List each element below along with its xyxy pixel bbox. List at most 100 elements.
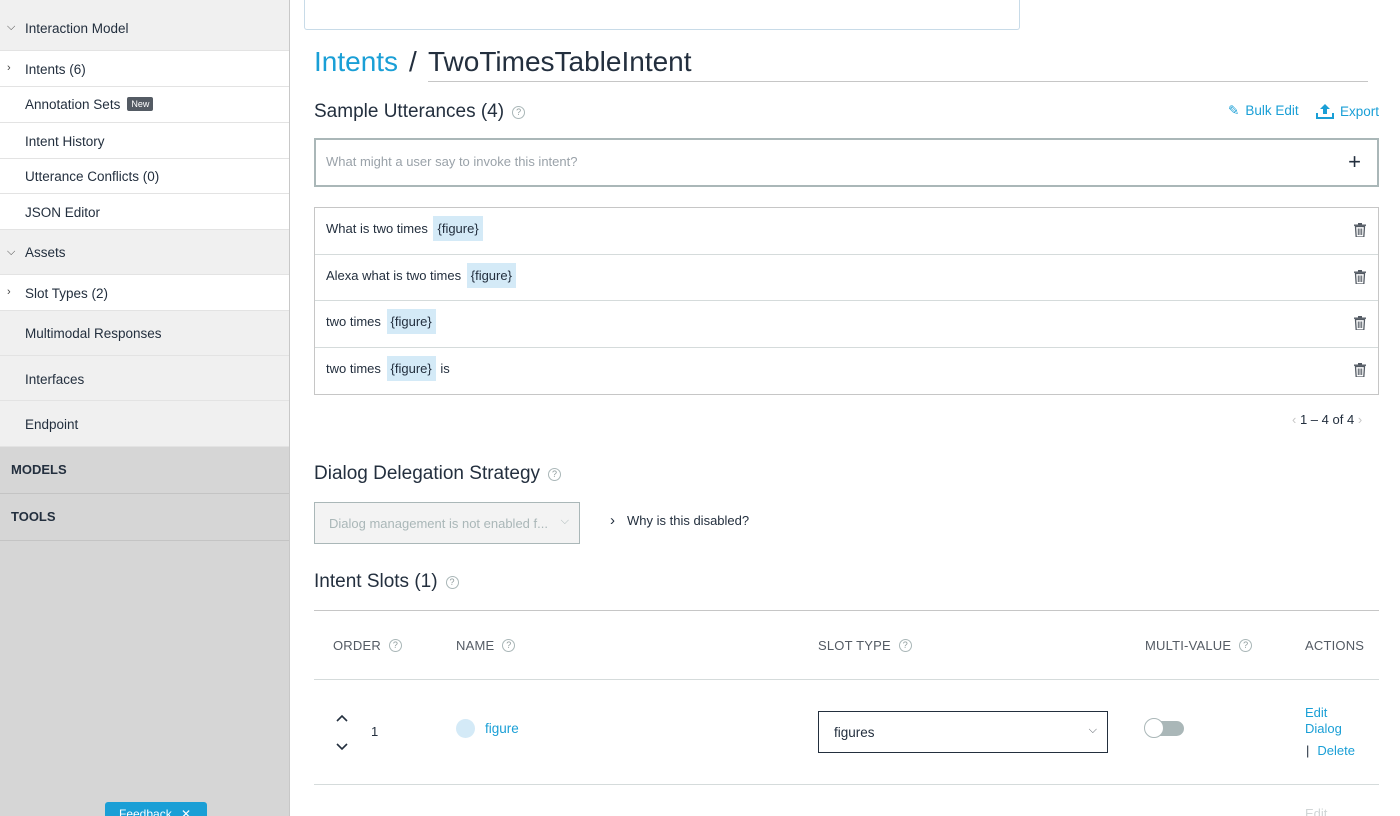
- close-icon: ✕: [181, 807, 192, 816]
- export-button[interactable]: Export: [1316, 103, 1379, 119]
- column-header-name: NAME?: [456, 638, 516, 653]
- utterance-text[interactable]: two times {figure} is: [326, 355, 450, 381]
- move-down-button[interactable]: [336, 738, 348, 754]
- sidebar-item-label: Multimodal Responses: [25, 326, 162, 341]
- intent-name-field[interactable]: TwoTimesTableIntent: [428, 46, 1368, 82]
- faded-edit-link[interactable]: Edit: [1305, 806, 1327, 816]
- help-icon[interactable]: ?: [502, 639, 516, 652]
- help-icon[interactable]: ?: [445, 576, 459, 589]
- sidebar-item-interaction-model[interactable]: ⌵ Interaction Model: [0, 0, 289, 51]
- utterance-text-part: What is two times: [326, 221, 428, 236]
- column-header-order: ORDER?: [333, 638, 402, 653]
- intent-slots-title: Intent Slots (1)?: [314, 571, 459, 593]
- slot-order: 1: [371, 724, 379, 739]
- chevron-down-icon: ⌵: [560, 515, 569, 527]
- trash-icon[interactable]: [1354, 223, 1366, 237]
- select-value: figures: [834, 725, 875, 740]
- sidebar-section-models[interactable]: MODELS: [0, 447, 289, 494]
- sidebar-item-assets[interactable]: ⌵ Assets: [0, 230, 289, 275]
- slot-color-icon: [456, 719, 475, 738]
- top-panel: [304, 0, 1020, 30]
- column-header-multi-value: MULTI-VALUE?: [1145, 638, 1253, 653]
- trash-icon[interactable]: [1354, 269, 1366, 284]
- dialog-delegation-title: Dialog Delegation Strategy?: [314, 463, 562, 485]
- sidebar-item-label: Utterance Conflicts (0): [25, 169, 160, 184]
- multi-value-toggle[interactable]: [1144, 718, 1184, 738]
- utterance-text-part: Alexa what is two times: [326, 267, 462, 283]
- sidebar-section-tools[interactable]: TOOLS: [0, 494, 289, 541]
- utterance-row[interactable]: What is two times {figure}: [315, 208, 1378, 255]
- sidebar-item-intents[interactable]: › Intents (6): [0, 51, 289, 87]
- section-title-text: Intent Slots (1): [314, 571, 438, 592]
- sidebar: ⌵ Interaction Model › Intents (6) Annota…: [0, 0, 290, 816]
- slot-type-select[interactable]: figures ⌵: [818, 711, 1108, 753]
- feedback-button[interactable]: Feedback ✕: [105, 802, 207, 816]
- section-title-text: Sample Utterances (4): [314, 101, 505, 122]
- slot-chip[interactable]: {figure}: [433, 216, 483, 241]
- prev-page-button[interactable]: ‹: [1292, 412, 1296, 427]
- slot-chip[interactable]: {figure}: [386, 355, 436, 381]
- column-header-label: NAME: [456, 638, 495, 653]
- sidebar-item-multimodal-responses[interactable]: Multimodal Responses: [0, 311, 289, 356]
- breadcrumb-intents-link[interactable]: Intents: [314, 46, 398, 78]
- edit-dialog-link[interactable]: Edit Dialog: [1305, 705, 1342, 737]
- utterance-text[interactable]: What is two times {figure}: [326, 216, 484, 241]
- intent-slots-table: ORDER? NAME? SLOT TYPE? MULTI-VALUE? ACT…: [314, 610, 1379, 785]
- sidebar-item-label: Interfaces: [25, 372, 85, 387]
- sidebar-item-label: Intent History: [25, 134, 105, 149]
- dialog-delegation-select: Dialog management is not enabled f... ⌵: [314, 502, 580, 544]
- utterance-input[interactable]: [326, 154, 1316, 169]
- move-up-button[interactable]: [336, 709, 348, 725]
- sidebar-item-intent-history[interactable]: Intent History: [0, 123, 289, 159]
- upload-icon: [1316, 103, 1334, 119]
- sidebar-item-annotation-sets[interactable]: Annotation Sets New: [0, 87, 289, 123]
- column-header-label: MULTI-VALUE: [1145, 638, 1232, 653]
- sidebar-item-slot-types[interactable]: › Slot Types (2): [0, 275, 289, 311]
- divider: [314, 784, 1379, 785]
- sidebar-item-label: Interaction Model: [25, 21, 129, 36]
- utterance-row[interactable]: two times {figure}: [315, 301, 1378, 348]
- why-disabled-link[interactable]: › Why is this disabled?: [610, 512, 749, 529]
- add-utterance-button[interactable]: +: [1348, 149, 1361, 175]
- sample-utterances-title: Sample Utterances (4)?: [314, 101, 526, 123]
- delete-link[interactable]: Delete: [1317, 743, 1355, 758]
- slot-name-link[interactable]: figure: [485, 721, 519, 736]
- help-icon[interactable]: ?: [388, 639, 402, 652]
- help-icon[interactable]: ?: [512, 106, 526, 119]
- pagination-label: 1 – 4 of 4: [1299, 412, 1355, 427]
- chevron-down-icon: ⌵: [7, 246, 16, 258]
- column-header-label: SLOT TYPE: [818, 638, 891, 653]
- sidebar-item-endpoint[interactable]: Endpoint: [0, 401, 289, 447]
- next-page-button[interactable]: ›: [1358, 412, 1362, 427]
- help-icon[interactable]: ?: [548, 468, 562, 481]
- sidebar-item-json-editor[interactable]: JSON Editor: [0, 194, 289, 230]
- help-icon[interactable]: ?: [898, 639, 912, 652]
- slot-chip[interactable]: {figure}: [466, 262, 516, 288]
- help-icon[interactable]: ?: [1239, 639, 1253, 652]
- new-badge: New: [127, 97, 154, 111]
- chevron-down-icon: ⌵: [7, 21, 16, 33]
- utterance-text[interactable]: two times {figure}: [326, 309, 437, 334]
- sidebar-item-label: Annotation Sets: [25, 97, 121, 112]
- utterance-text-part: two times: [326, 360, 381, 376]
- sidebar-item-label: JSON Editor: [25, 205, 101, 220]
- utterance-row[interactable]: Alexa what is two times {figure}: [315, 255, 1378, 301]
- bulk-edit-button[interactable]: ✎ Bulk Edit: [1228, 103, 1299, 119]
- utterance-list: What is two times {figure} Alexa what is…: [314, 207, 1379, 395]
- slot-chip[interactable]: {figure}: [386, 309, 436, 334]
- column-header-actions: ACTIONS: [1305, 638, 1365, 653]
- utterance-text[interactable]: Alexa what is two times {figure}: [326, 262, 517, 288]
- chevron-right-icon: ›: [7, 62, 11, 74]
- utterance-text-part: two times: [326, 314, 381, 329]
- breadcrumb-separator: /: [409, 46, 417, 77]
- sidebar-item-utterance-conflicts[interactable]: Utterance Conflicts (0): [0, 159, 289, 194]
- section-title-text: Dialog Delegation Strategy: [314, 463, 541, 484]
- utterance-input-box[interactable]: +: [314, 138, 1379, 187]
- trash-icon[interactable]: [1354, 362, 1366, 377]
- trash-icon[interactable]: [1354, 316, 1366, 330]
- sidebar-item-interfaces[interactable]: Interfaces: [0, 356, 289, 401]
- utterance-row[interactable]: two times {figure} is: [315, 348, 1378, 395]
- sidebar-item-label: Assets: [25, 245, 66, 260]
- why-disabled-label: Why is this disabled?: [627, 513, 750, 528]
- sidebar-item-label: Intents (6): [25, 62, 86, 77]
